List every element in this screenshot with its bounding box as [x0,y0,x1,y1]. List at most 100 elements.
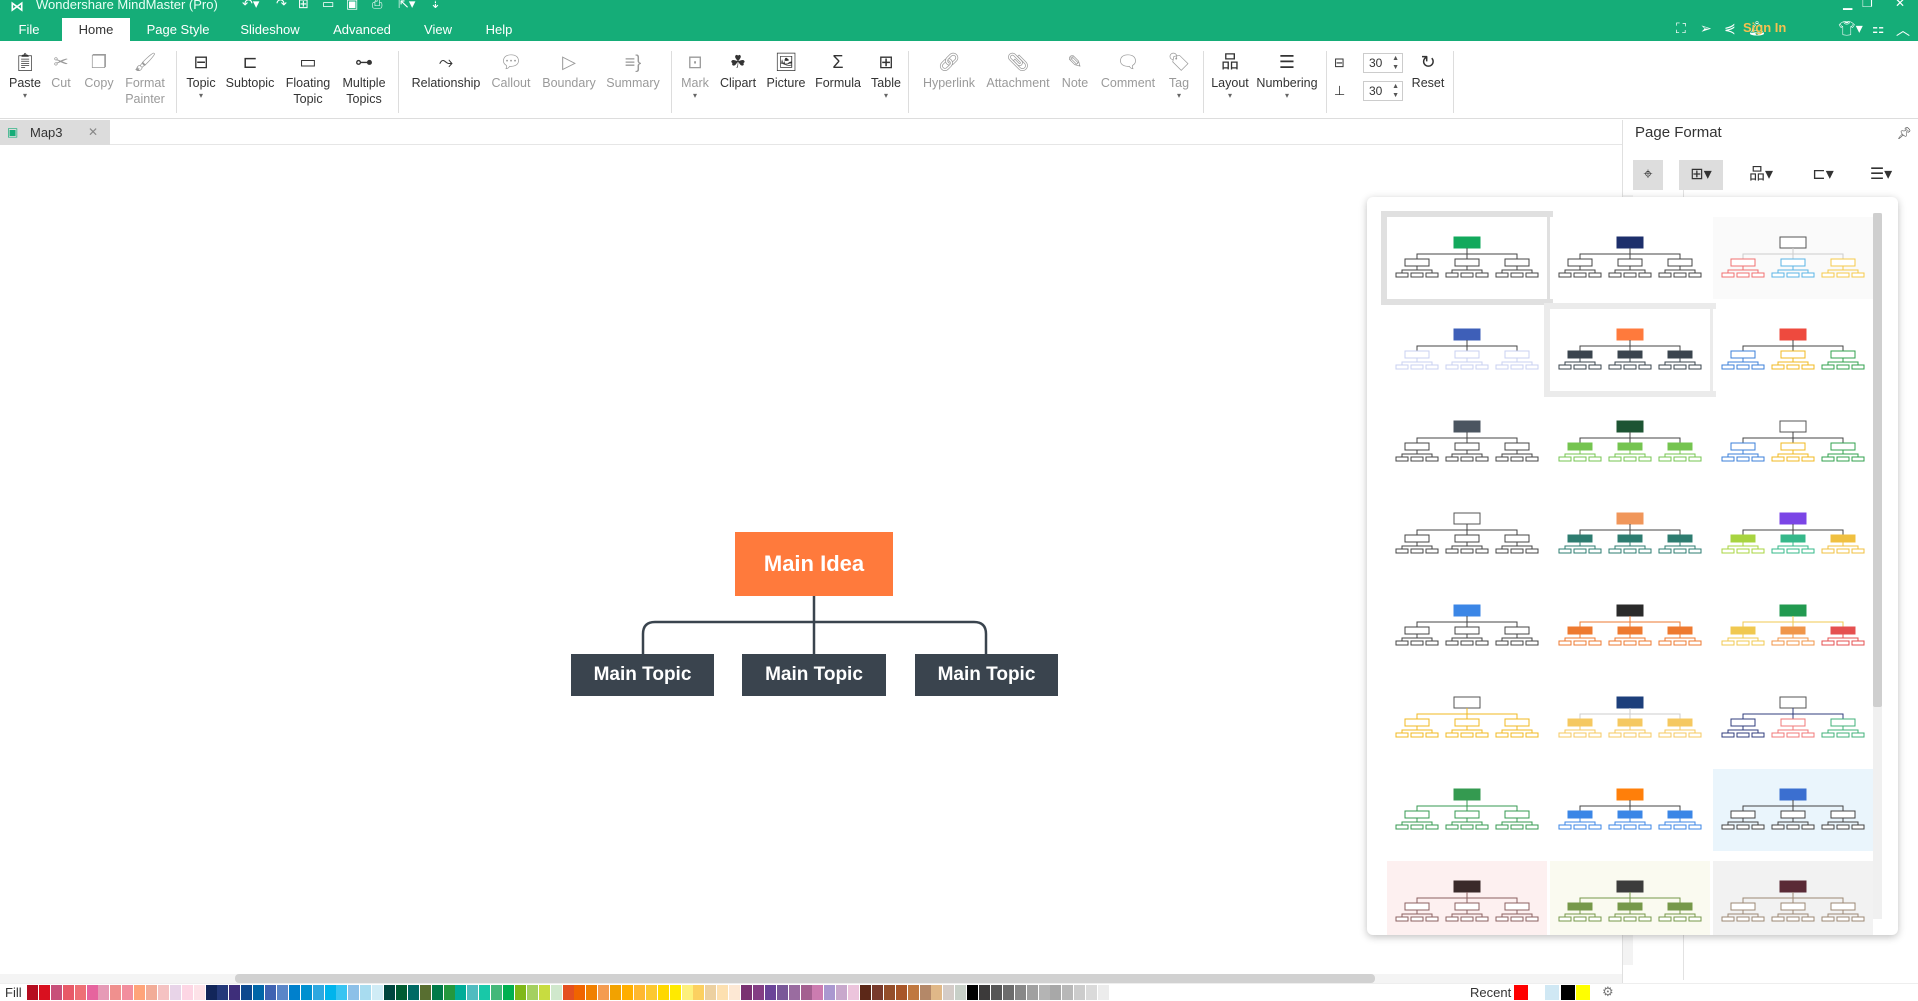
color-swatch[interactable] [586,985,598,1000]
theme-thumbnail[interactable] [1713,677,1873,759]
color-swatch[interactable] [467,985,479,1000]
color-swatch[interactable] [574,985,586,1000]
theme-thumbnail[interactable] [1550,217,1710,299]
theme-thumbnail[interactable] [1387,493,1547,575]
apps-icon[interactable]: ⚏ [1872,20,1885,37]
theme-thumbnail[interactable] [1544,303,1716,397]
color-swatch[interactable] [955,985,967,1000]
numbering-list-icon[interactable]: ☰▾ [1861,160,1901,190]
theme-thumbnail[interactable] [1713,493,1873,575]
format-icon[interactable]: ⌖ [1633,160,1663,190]
color-swatch[interactable] [836,985,848,1000]
color-swatch[interactable] [241,985,253,1000]
cut-button[interactable]: ✂ Cut [48,51,74,91]
color-swatch[interactable] [217,985,229,1000]
color-swatch[interactable] [1074,985,1086,1000]
redo-icon[interactable]: ↷ [276,0,287,12]
color-swatch[interactable] [705,985,717,1000]
color-swatch[interactable] [990,985,1002,1000]
open-icon[interactable]: ▭ [322,0,334,12]
color-swatch[interactable] [967,985,979,1000]
color-swatch[interactable] [491,985,503,1000]
theme-thumbnail[interactable] [1387,677,1547,759]
menu-home[interactable]: Home [62,18,130,41]
theme-thumbnail[interactable] [1550,677,1710,759]
color-swatch[interactable] [312,985,324,1000]
color-swatch[interactable] [1014,985,1026,1000]
layout-structure-icon[interactable]: 品▾ [1741,160,1781,190]
color-swatch[interactable] [229,985,241,1000]
formula-button[interactable]: Σ Formula [813,51,863,91]
recent-color-swatch[interactable] [1545,985,1559,1000]
color-swatch[interactable] [253,985,265,1000]
note-button[interactable]: ✎ Note [1058,51,1092,91]
color-swatch[interactable] [455,985,467,1000]
color-swatch[interactable] [348,985,360,1000]
relationship-button[interactable]: ⤳ Relationship [408,51,484,91]
theme-thumbnail[interactable] [1550,585,1710,667]
color-swatch[interactable] [764,985,776,1000]
color-swatch[interactable] [181,985,193,1000]
recent-color-swatch[interactable] [1529,985,1544,1000]
hyperlink-button[interactable]: 🔗︎ Hyperlink [918,51,980,91]
theme-thumbnail[interactable] [1713,861,1873,935]
layout-button[interactable]: 品 Layout ▾ [1208,51,1252,101]
copy-button[interactable]: ❐ Copy [82,51,116,91]
color-swatch[interactable] [336,985,348,1000]
color-swatch[interactable] [50,985,62,1000]
connector-style-icon[interactable]: ⊏▾ [1803,160,1843,190]
color-swatch[interactable] [384,985,395,1000]
theme-thumbnail[interactable] [1713,769,1873,851]
color-swatch[interactable] [1062,985,1074,1000]
color-swatch[interactable] [62,985,74,1000]
color-swatch[interactable] [265,985,276,1000]
color-swatch[interactable] [610,985,622,1000]
mark-button[interactable]: ⊡ Mark ▾ [678,51,712,101]
theme-thumbnail[interactable] [1550,493,1710,575]
color-swatch[interactable] [931,985,943,1000]
vertical-spacing-input[interactable]: 30 ▲ ▼ [1363,81,1403,101]
numbering-button[interactable]: ☰ Numbering ▾ [1254,51,1320,101]
color-swatch[interactable] [288,985,300,1000]
canvas-horizontal-scrollbar[interactable] [0,974,1622,983]
color-swatch[interactable] [871,985,883,1000]
main-topic-node[interactable]: Main Topic [742,654,886,696]
color-swatch[interactable] [276,985,288,1000]
theme-thumbnail[interactable] [1713,585,1873,667]
paste-button[interactable]: 📋︎ Paste ▾ [8,51,42,101]
minimize-button[interactable]: ▁ [1843,0,1852,10]
floating-topic-button[interactable]: ▭ Floating Topic [283,51,333,107]
color-swatch[interactable] [146,985,157,1000]
color-swatch[interactable] [479,985,491,1000]
color-swatch[interactable] [300,985,312,1000]
color-swatch[interactable] [372,985,384,1000]
theme-thumbnail[interactable] [1381,211,1553,305]
undo-icon[interactable]: ↶▾ [242,0,259,12]
color-swatch[interactable] [812,985,824,1000]
color-swatch[interactable] [645,985,657,1000]
scrollbar-thumb[interactable] [1873,213,1882,707]
color-swatch[interactable] [1098,985,1109,1000]
theme-thumbnail[interactable] [1713,217,1873,299]
menu-view[interactable]: View [418,18,458,41]
spin-arrows-icon[interactable]: ▲ ▼ [1392,82,1399,100]
color-swatch[interactable] [550,985,562,1000]
recent-color-swatch[interactable] [1514,985,1528,1000]
color-swatch[interactable] [526,985,538,1000]
document-tab[interactable]: ▣ Map3 ✕ [0,120,110,145]
color-swatch[interactable] [1002,985,1014,1000]
pin-icon[interactable]: 📌︎ [1897,126,1912,140]
color-swatch[interactable] [503,985,514,1000]
color-swatch[interactable] [514,985,526,1000]
recent-color-swatch[interactable] [1576,985,1590,1000]
color-swatch[interactable] [407,985,419,1000]
color-swatch[interactable] [360,985,372,1000]
theme-thumbnail[interactable] [1387,861,1547,935]
color-swatch[interactable] [598,985,610,1000]
comment-button[interactable]: 🗨︎ Comment [1098,51,1158,91]
menu-help[interactable]: Help [478,18,520,41]
color-swatch[interactable] [395,985,407,1000]
color-swatch[interactable] [979,985,990,1000]
theme-icon[interactable]: ⊞▾ [1679,160,1723,190]
fullscreen-icon[interactable]: ⛶ [1676,20,1686,37]
